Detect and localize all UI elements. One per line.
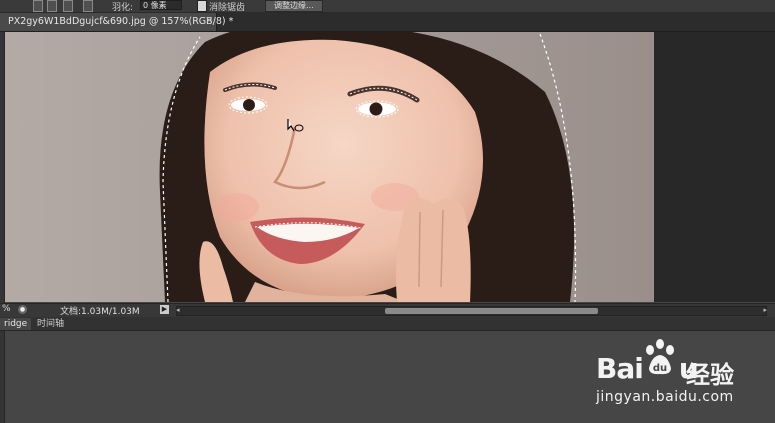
add-to-selection-icon[interactable] <box>47 0 57 12</box>
scroll-right-icon[interactable]: ▸ <box>763 306 767 314</box>
close-icon[interactable]: × <box>205 15 213 26</box>
scrollbar-thumb[interactable] <box>385 308 598 314</box>
photo-canvas[interactable] <box>5 32 654 302</box>
intersect-selection-icon[interactable] <box>83 0 93 12</box>
baidu-jingyan-watermark: Bai u du 经验 jingyan.baidu.com <box>596 338 771 408</box>
document-title: PX2gy6W1BdDgujcf&690.jpg @ 157%(RGB/8) * <box>8 16 234 27</box>
status-bar: % ● 文档:1.03M/1.03M ▶ ◂ ▸ <box>0 303 775 317</box>
options-bar: 羽化: 0 像素 消除锯齿 调整边缘... <box>0 0 775 13</box>
tab-mini-bridge[interactable]: ridge <box>0 318 32 330</box>
refine-edge-button[interactable]: 调整边缘... <box>265 0 323 12</box>
antialias-checkbox[interactable] <box>197 0 207 12</box>
tab-timeline[interactable]: 时间轴 <box>33 318 68 330</box>
watermark-url: jingyan.baidu.com <box>596 389 734 405</box>
portrait-image <box>5 32 654 302</box>
feather-label: 羽化: <box>112 3 134 13</box>
document-tab-bar: PX2gy6W1BdDgujcf&690.jpg @ 157%(RGB/8) *… <box>0 13 775 32</box>
horizontal-scrollbar[interactable]: ◂ ▸ <box>176 306 767 316</box>
document-size: 文档:1.03M/1.03M <box>60 307 140 317</box>
watermark-chinese: 经验 <box>686 361 734 389</box>
document-tab[interactable]: PX2gy6W1BdDgujcf&690.jpg @ 157%(RGB/8) *… <box>0 13 233 31</box>
feather-input[interactable]: 0 像素 <box>140 0 182 10</box>
scroll-left-icon[interactable]: ◂ <box>176 306 180 314</box>
info-icon: ● <box>18 305 27 314</box>
antialias-label: 消除锯齿 <box>209 3 246 13</box>
panel-tab-bar: ridge 时间轴 <box>0 317 775 331</box>
status-menu-arrow-icon[interactable]: ▶ <box>160 305 169 314</box>
zoom-level[interactable]: % <box>2 304 11 314</box>
new-selection-icon[interactable] <box>33 0 43 12</box>
paw-icon: du <box>646 339 674 375</box>
subtract-selection-icon[interactable] <box>63 0 73 12</box>
canvas-area[interactable] <box>5 32 775 302</box>
svg-text:du: du <box>653 363 667 374</box>
